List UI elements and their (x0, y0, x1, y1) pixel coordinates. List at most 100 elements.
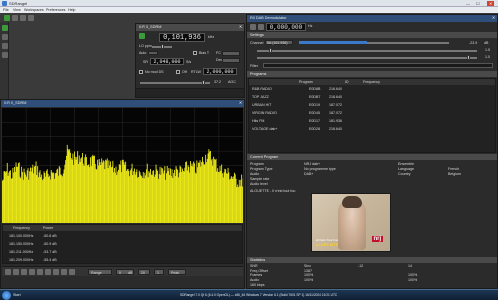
table-row[interactable]: R&B RADIO E0D8B 218.640 (249, 86, 495, 92)
gain-value: 37.2 (214, 80, 221, 84)
spectrum-plot[interactable] (2, 108, 243, 223)
color-icon[interactable] (53, 269, 59, 275)
spectrum-bin (163, 170, 165, 223)
spectrum-bin (170, 168, 171, 223)
menu-file[interactable]: File (3, 8, 9, 12)
menu-help[interactable]: Help (68, 8, 75, 12)
spectrum-bin (226, 173, 228, 223)
cascade-icon[interactable] (28, 14, 34, 21)
table-row[interactable]: VOLTAGE dab+ E0D28 218.640 (249, 126, 495, 132)
rtlw-label: RTLW (191, 70, 201, 74)
current-program-section-header[interactable]: Current Program (247, 154, 497, 160)
device-start-button[interactable] (139, 33, 145, 39)
spectrum-bin (200, 166, 202, 223)
spectrum-bin (149, 172, 151, 223)
fps-spinbox[interactable]: 20 (138, 269, 150, 275)
statistics-section-title: Statistics (250, 258, 266, 262)
program-frequency: 181.936 (329, 119, 342, 123)
spectrum-bin (210, 150, 211, 223)
filter-input[interactable] (263, 63, 493, 68)
table-row[interactable]: URBAN HIT E0D19 187.072 (249, 102, 495, 108)
spectrum-bin (138, 170, 140, 223)
spectrum-bin (66, 155, 67, 223)
spectrum-bin (171, 169, 173, 223)
sample-rate-display[interactable]: 2,048,000 (150, 58, 184, 65)
table-row[interactable]: 181.100.000Hz -50.8 dB (3, 233, 242, 239)
new-workspace-icon[interactable] (4, 14, 10, 21)
grid-icon[interactable] (29, 269, 35, 275)
close-icon[interactable]: ✕ (239, 100, 242, 107)
gradient-icon[interactable] (69, 269, 75, 275)
table-row[interactable]: 181.150.000Hz -50.9 dB (3, 241, 242, 247)
spectrum-bin (118, 164, 120, 223)
settings-section-header[interactable]: Settings (247, 32, 497, 38)
avg-spinbox[interactable]: 1 (154, 269, 164, 275)
spectrum-bin (122, 159, 123, 223)
minimize-button[interactable]: — (466, 1, 470, 6)
spectrum-bin (22, 179, 24, 223)
bias-t-checkbox[interactable] (193, 51, 197, 55)
no-mod-ds-checkbox[interactable] (139, 70, 143, 74)
spectrum-bin (146, 163, 148, 223)
maximize-button[interactable]: ☐ (476, 1, 480, 6)
menu-preferences[interactable]: Preferences (46, 8, 65, 12)
channel-frequency-display[interactable]: 0,000,000 (266, 22, 306, 31)
gain-slider[interactable] (202, 80, 205, 85)
statistics-section-header[interactable]: Statistics (247, 257, 497, 263)
spectrum-bin (110, 161, 111, 223)
table-row[interactable]: TOP JAZZ E0DB7 218.640 (249, 94, 495, 100)
fill-icon[interactable] (61, 269, 67, 275)
start-button[interactable] (2, 291, 11, 300)
column-program: Program (299, 80, 313, 84)
spectrum-bin (204, 164, 206, 223)
fc-dropdown[interactable] (222, 50, 240, 56)
channel-settings-icon[interactable] (250, 23, 256, 30)
waterfall-icon[interactable] (5, 269, 11, 275)
spectrum-bin (10, 170, 11, 223)
spectrum-bin (116, 175, 118, 223)
spectrum-bin (25, 174, 27, 223)
spectrum-bin (109, 165, 111, 223)
menu-workspaces[interactable]: Workspaces (24, 8, 44, 12)
table-row[interactable]: 181.211.000Hz -53.7 dB (3, 249, 242, 255)
fps-value: 20 (141, 270, 145, 275)
ref-level-spinbox[interactable]: 0 dB (116, 269, 134, 275)
auto-button[interactable] (148, 51, 158, 55)
close-button[interactable]: ✕ (487, 0, 495, 6)
lo-ppm-slider[interactable] (161, 44, 164, 49)
spectrum-mode-icon[interactable] (13, 269, 19, 275)
device-frequency-display[interactable]: 0,101,936 (159, 33, 205, 42)
spectrum-icon[interactable] (1, 43, 8, 49)
channel-dropdown[interactable]: 5A (161.936) (265, 40, 293, 45)
programs-section-header[interactable]: Programs (247, 71, 497, 77)
table-row[interactable]: VIRGIN RADIO E0D45 187.072 (249, 110, 495, 116)
range-dropdown[interactable]: Range (88, 269, 112, 275)
table-row[interactable]: 181.209.000Hz -55.4 dB (3, 257, 242, 263)
hold-icon[interactable] (45, 269, 51, 275)
channel-marker-icon[interactable] (258, 23, 264, 30)
spectrum-bin (49, 175, 51, 223)
add-feature-icon[interactable] (20, 14, 26, 21)
off-checkbox[interactable] (176, 70, 180, 74)
spectrum-bin (114, 168, 115, 223)
close-icon[interactable]: ✕ (492, 15, 495, 22)
close-icon[interactable]: ✕ (239, 24, 242, 31)
spectrum-bin (140, 175, 142, 223)
squelch-slider[interactable] (467, 55, 470, 60)
spectrum-bin (182, 170, 184, 223)
menu-view[interactable]: View (13, 8, 21, 12)
3d-icon[interactable] (21, 269, 27, 275)
rtlw-rate-display[interactable]: 2,000,000 (203, 68, 237, 75)
add-device-icon[interactable] (12, 14, 18, 21)
play-icon[interactable] (1, 25, 8, 31)
marker-icon[interactable] (37, 269, 43, 275)
spectrum-bin (182, 168, 183, 223)
settings-icon[interactable] (1, 34, 8, 40)
mode-dropdown[interactable]: Peak (168, 269, 186, 275)
table-row[interactable]: Hits FM E0D17 181.936 (249, 118, 495, 124)
spectrum-bin (194, 172, 196, 223)
record-icon[interactable] (1, 52, 8, 58)
volume-slider[interactable] (269, 48, 272, 53)
info-label: Language (398, 167, 414, 171)
dec-dropdown[interactable] (222, 57, 240, 63)
